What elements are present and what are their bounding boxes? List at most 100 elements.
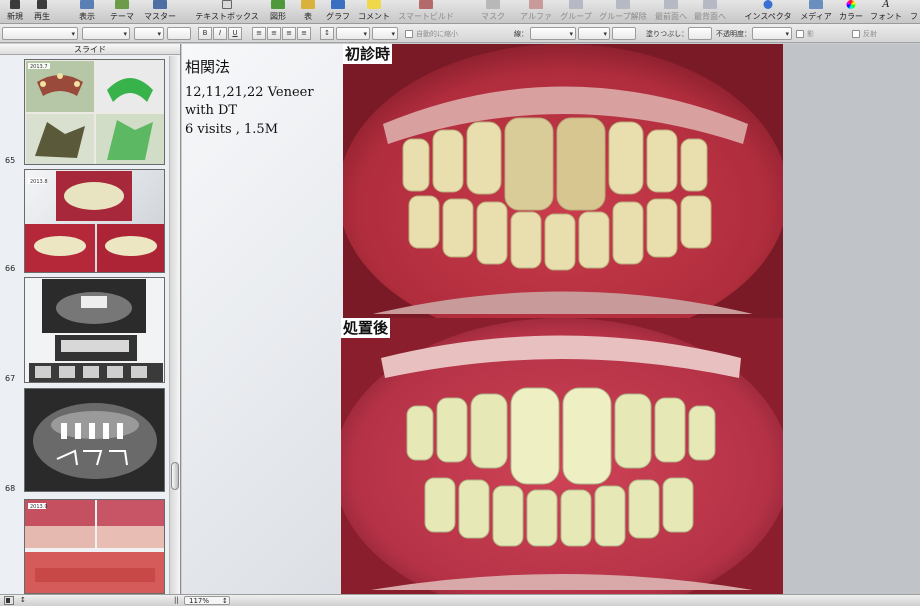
slide-thumbnail-66[interactable]: 2013.8 bbox=[24, 169, 165, 273]
toolbar-alpha-button[interactable]: アルファ bbox=[518, 0, 554, 24]
navigator-scroll-thumb[interactable] bbox=[171, 462, 179, 490]
toolbar-new-button[interactable]: 新規 bbox=[4, 0, 26, 24]
align-right-button[interactable]: ≡ bbox=[282, 27, 296, 40]
slide-date-label: 2013.9 bbox=[30, 504, 48, 510]
master-icon bbox=[153, 0, 167, 9]
slide-date-label: 2013.8 bbox=[30, 179, 48, 185]
slide-thumbnail-69[interactable]: 2013.9 bbox=[24, 499, 165, 594]
reflection-checkbox[interactable] bbox=[852, 30, 860, 38]
navigator-scrollbar[interactable] bbox=[169, 56, 180, 594]
toolbar-table-button[interactable]: 表 bbox=[298, 0, 318, 24]
send-to-back-icon bbox=[703, 0, 717, 9]
shadow-label: 影 bbox=[807, 30, 814, 38]
justify-icon: ≡ bbox=[301, 29, 307, 37]
opacity-label: 不透明度： bbox=[716, 30, 751, 38]
toolbar-media-button[interactable]: メディア bbox=[799, 0, 833, 24]
slide-thumbnail-67[interactable] bbox=[24, 277, 165, 383]
align-center-icon: ≡ bbox=[271, 29, 277, 37]
view-toggle-button[interactable] bbox=[4, 596, 14, 605]
slide-body-line[interactable]: 12,11,21,22 Veneer bbox=[185, 85, 314, 100]
after-photo[interactable]: 処置後 bbox=[341, 318, 783, 594]
toolbar-shapes-button[interactable]: 図形 bbox=[266, 0, 290, 24]
format-bar: ▾ ▾ ▾ B I U ≡ ≡ ≡ ≡ ↕ ▾ ▾ 自動的に縮小 線： ▾ ▾ … bbox=[0, 24, 920, 43]
toolbar-fonts-button[interactable]: A フォント bbox=[869, 0, 903, 24]
toolbar-bring-front-button[interactable]: 最前面へ bbox=[653, 0, 689, 24]
autoshrink-checkbox[interactable] bbox=[405, 30, 413, 38]
smart-build-icon bbox=[419, 0, 433, 9]
current-slide[interactable]: 相関法 12,11,21,22 Veneer with DT 6 visits … bbox=[182, 44, 783, 594]
chevron-down-icon: ▾ bbox=[569, 30, 573, 38]
chevron-updown-icon[interactable]: ↕ bbox=[20, 596, 26, 604]
align-right-icon: ≡ bbox=[286, 29, 292, 37]
opacity-popup[interactable]: ▾ bbox=[752, 27, 792, 40]
play-icon bbox=[37, 0, 47, 9]
slide-title[interactable]: 相関法 bbox=[185, 56, 230, 77]
autoshrink-label: 自動的に縮小 bbox=[416, 30, 458, 38]
chevron-down-icon: ▾ bbox=[157, 30, 161, 38]
fill-color-well[interactable] bbox=[688, 27, 712, 40]
line-style-popup[interactable]: ▾ bbox=[530, 27, 576, 40]
text-box-icon bbox=[222, 0, 232, 9]
toolbar-textbox-button[interactable]: テキストボックス bbox=[194, 0, 260, 24]
font-size-field[interactable] bbox=[167, 27, 191, 40]
toolbar-view-button[interactable]: 表示 bbox=[73, 0, 101, 24]
after-caption: 処置後 bbox=[341, 318, 391, 338]
columns-popup[interactable]: ▾ bbox=[372, 27, 398, 40]
vertical-align-icon: ↕ bbox=[324, 29, 330, 37]
font-style-popup[interactable]: ▾ bbox=[134, 27, 164, 40]
slide-thumbnail-65[interactable]: 2013.7 bbox=[24, 59, 165, 165]
chevron-down-icon: ▾ bbox=[123, 30, 127, 38]
line-color-well[interactable] bbox=[612, 27, 636, 40]
pane-divider-handle[interactable]: || bbox=[174, 596, 179, 604]
justify-button[interactable]: ≡ bbox=[297, 27, 311, 40]
comment-icon bbox=[367, 0, 381, 9]
toolbar-theme-button[interactable]: テーマ bbox=[106, 0, 138, 24]
toolbar-smart-build-button[interactable]: スマートビルド bbox=[397, 0, 455, 24]
line-spacing-popup[interactable]: ▾ bbox=[336, 27, 370, 40]
chevron-down-icon: ▾ bbox=[363, 30, 367, 38]
slide-body-line[interactable]: with DT bbox=[185, 103, 237, 118]
slide-body-line[interactable]: 6 visits , 1.5M bbox=[185, 122, 278, 137]
toolbar-comment-button[interactable]: コメント bbox=[357, 0, 391, 24]
before-photo[interactable]: 初診時 bbox=[343, 44, 783, 318]
slide-69-preview: 2013.9 bbox=[25, 500, 164, 593]
chevron-down-icon: ▾ bbox=[71, 30, 75, 38]
chevron-updown-icon: ↕ bbox=[222, 597, 228, 605]
slide-navigator: スライド 65 2013.7 66 2013.8 67 68 2013.9 bbox=[0, 44, 181, 594]
vertical-align-button[interactable]: ↕ bbox=[320, 27, 334, 40]
slide-number: 66 bbox=[5, 264, 16, 273]
toolbar-chart-button[interactable]: グラフ bbox=[324, 0, 352, 24]
slide-date-label: 2013.7 bbox=[30, 64, 48, 70]
zoom-value: 117% bbox=[189, 597, 210, 605]
chevron-down-icon: ▾ bbox=[603, 30, 607, 38]
shadow-checkbox[interactable] bbox=[796, 30, 804, 38]
toolbar-inspector-button[interactable]: インスペクタ bbox=[743, 0, 793, 24]
slide-thumbnail-68[interactable] bbox=[24, 388, 165, 492]
toolbar-send-back-button[interactable]: 最背面へ bbox=[692, 0, 728, 24]
toolbar-overflow-button[interactable]: フ bbox=[908, 0, 920, 24]
zoom-popup[interactable]: 117% ↕ bbox=[184, 596, 230, 605]
font-family-popup[interactable]: ▾ bbox=[82, 27, 130, 40]
underline-button[interactable]: U bbox=[228, 27, 242, 40]
slide-number: 67 bbox=[5, 374, 16, 383]
toolbar-ungroup-button[interactable]: グループ解除 bbox=[598, 0, 648, 24]
line-width-popup[interactable]: ▾ bbox=[578, 27, 610, 40]
italic-button[interactable]: I bbox=[213, 27, 227, 40]
align-left-button[interactable]: ≡ bbox=[252, 27, 266, 40]
before-caption: 初診時 bbox=[343, 44, 393, 64]
new-document-icon bbox=[10, 0, 20, 9]
align-left-icon: ≡ bbox=[256, 29, 262, 37]
toolbar-play-button[interactable]: 再生 bbox=[30, 0, 54, 24]
toolbar-colors-button[interactable]: カラー bbox=[837, 0, 865, 24]
before-teeth-image bbox=[343, 44, 783, 318]
bold-button[interactable]: B bbox=[198, 27, 212, 40]
toolbar-master-button[interactable]: マスター bbox=[142, 0, 178, 24]
media-icon bbox=[809, 0, 823, 9]
align-center-button[interactable]: ≡ bbox=[267, 27, 281, 40]
style-popup[interactable]: ▾ bbox=[2, 27, 78, 40]
view-icon bbox=[80, 0, 94, 9]
toolbar-group-button[interactable]: グループ bbox=[558, 0, 594, 24]
theme-icon bbox=[115, 0, 129, 9]
slide-65-preview: 2013.7 bbox=[26, 61, 164, 164]
toolbar-mask-button[interactable]: マスク bbox=[477, 0, 509, 24]
